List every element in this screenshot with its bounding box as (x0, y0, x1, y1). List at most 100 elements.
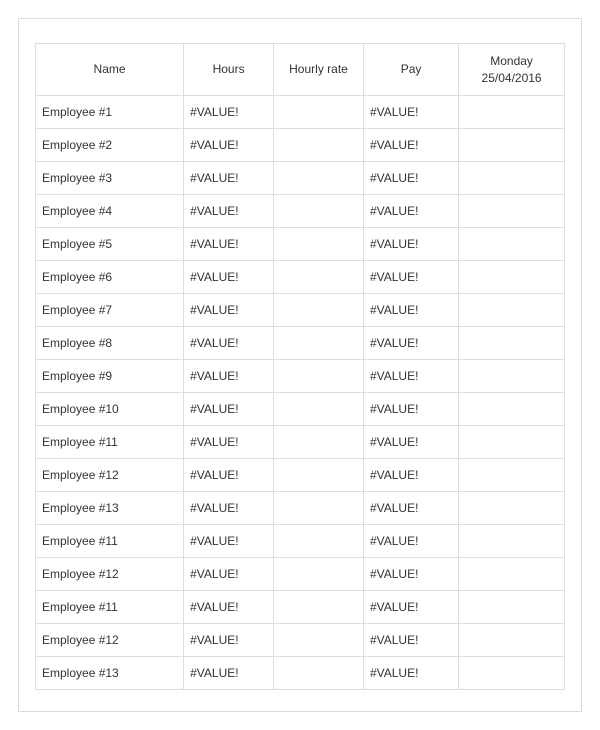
table-row: Employee #6#VALUE!#VALUE! (36, 261, 565, 294)
cell-rate (274, 591, 364, 624)
cell-pay: #VALUE! (363, 393, 458, 426)
table-row: Employee #11#VALUE!#VALUE! (36, 426, 565, 459)
cell-name: Employee #11 (36, 426, 184, 459)
cell-hours: #VALUE! (184, 195, 274, 228)
col-header-date: Monday 25/04/2016 (459, 44, 565, 96)
cell-name: Employee #4 (36, 195, 184, 228)
cell-hours: #VALUE! (184, 360, 274, 393)
cell-date (459, 195, 565, 228)
cell-date (459, 261, 565, 294)
cell-date (459, 591, 565, 624)
cell-date (459, 525, 565, 558)
cell-name: Employee #11 (36, 525, 184, 558)
table-row: Employee #8#VALUE!#VALUE! (36, 327, 565, 360)
cell-date (459, 558, 565, 591)
cell-pay: #VALUE! (363, 360, 458, 393)
cell-pay: #VALUE! (363, 261, 458, 294)
cell-pay: #VALUE! (363, 492, 458, 525)
cell-pay: #VALUE! (363, 228, 458, 261)
cell-date (459, 96, 565, 129)
cell-name: Employee #6 (36, 261, 184, 294)
cell-name: Employee #5 (36, 228, 184, 261)
cell-pay: #VALUE! (363, 525, 458, 558)
cell-date (459, 393, 565, 426)
cell-hours: #VALUE! (184, 558, 274, 591)
cell-hours: #VALUE! (184, 129, 274, 162)
cell-pay: #VALUE! (363, 195, 458, 228)
cell-rate (274, 96, 364, 129)
cell-hours: #VALUE! (184, 294, 274, 327)
table-header-row: Name Hours Hourly rate Pay Monday 25/04/… (36, 44, 565, 96)
table-row: Employee #10#VALUE!#VALUE! (36, 393, 565, 426)
cell-hours: #VALUE! (184, 426, 274, 459)
cell-hours: #VALUE! (184, 96, 274, 129)
cell-hours: #VALUE! (184, 492, 274, 525)
cell-name: Employee #13 (36, 492, 184, 525)
cell-rate (274, 195, 364, 228)
cell-pay: #VALUE! (363, 426, 458, 459)
cell-hours: #VALUE! (184, 525, 274, 558)
cell-hours: #VALUE! (184, 228, 274, 261)
cell-rate (274, 261, 364, 294)
cell-name: Employee #12 (36, 624, 184, 657)
cell-date (459, 162, 565, 195)
col-header-hours: Hours (184, 44, 274, 96)
table-row: Employee #12#VALUE!#VALUE! (36, 459, 565, 492)
cell-name: Employee #2 (36, 129, 184, 162)
table-row: Employee #9#VALUE!#VALUE! (36, 360, 565, 393)
cell-rate (274, 327, 364, 360)
cell-name: Employee #11 (36, 591, 184, 624)
cell-date (459, 657, 565, 690)
cell-pay: #VALUE! (363, 96, 458, 129)
table-row: Employee #3#VALUE!#VALUE! (36, 162, 565, 195)
cell-pay: #VALUE! (363, 624, 458, 657)
cell-rate (274, 393, 364, 426)
table-row: Employee #11#VALUE!#VALUE! (36, 591, 565, 624)
cell-date (459, 492, 565, 525)
table-row: Employee #11#VALUE!#VALUE! (36, 525, 565, 558)
col-header-date-top: Monday (490, 54, 533, 68)
cell-rate (274, 525, 364, 558)
table-row: Employee #1#VALUE!#VALUE! (36, 96, 565, 129)
table-row: Employee #5#VALUE!#VALUE! (36, 228, 565, 261)
col-header-rate: Hourly rate (274, 44, 364, 96)
cell-pay: #VALUE! (363, 327, 458, 360)
cell-name: Employee #12 (36, 459, 184, 492)
cell-rate (274, 228, 364, 261)
cell-date (459, 294, 565, 327)
cell-date (459, 228, 565, 261)
cell-rate (274, 492, 364, 525)
cell-name: Employee #12 (36, 558, 184, 591)
cell-date (459, 426, 565, 459)
table-row: Employee #12#VALUE!#VALUE! (36, 624, 565, 657)
cell-name: Employee #10 (36, 393, 184, 426)
cell-rate (274, 129, 364, 162)
cell-name: Employee #7 (36, 294, 184, 327)
cell-hours: #VALUE! (184, 624, 274, 657)
cell-rate (274, 624, 364, 657)
table-row: Employee #4#VALUE!#VALUE! (36, 195, 565, 228)
cell-name: Employee #3 (36, 162, 184, 195)
cell-name: Employee #13 (36, 657, 184, 690)
cell-date (459, 129, 565, 162)
cell-hours: #VALUE! (184, 162, 274, 195)
cell-rate (274, 294, 364, 327)
cell-date (459, 360, 565, 393)
cell-hours: #VALUE! (184, 459, 274, 492)
cell-name: Employee #8 (36, 327, 184, 360)
cell-pay: #VALUE! (363, 657, 458, 690)
payroll-table: Name Hours Hourly rate Pay Monday 25/04/… (35, 43, 565, 690)
col-header-name: Name (36, 44, 184, 96)
cell-rate (274, 426, 364, 459)
cell-date (459, 624, 565, 657)
cell-hours: #VALUE! (184, 591, 274, 624)
cell-name: Employee #9 (36, 360, 184, 393)
cell-hours: #VALUE! (184, 657, 274, 690)
cell-rate (274, 360, 364, 393)
table-row: Employee #13#VALUE!#VALUE! (36, 492, 565, 525)
col-header-date-bottom: 25/04/2016 (482, 71, 542, 85)
cell-pay: #VALUE! (363, 129, 458, 162)
cell-date (459, 459, 565, 492)
cell-hours: #VALUE! (184, 327, 274, 360)
table-row: Employee #13#VALUE!#VALUE! (36, 657, 565, 690)
